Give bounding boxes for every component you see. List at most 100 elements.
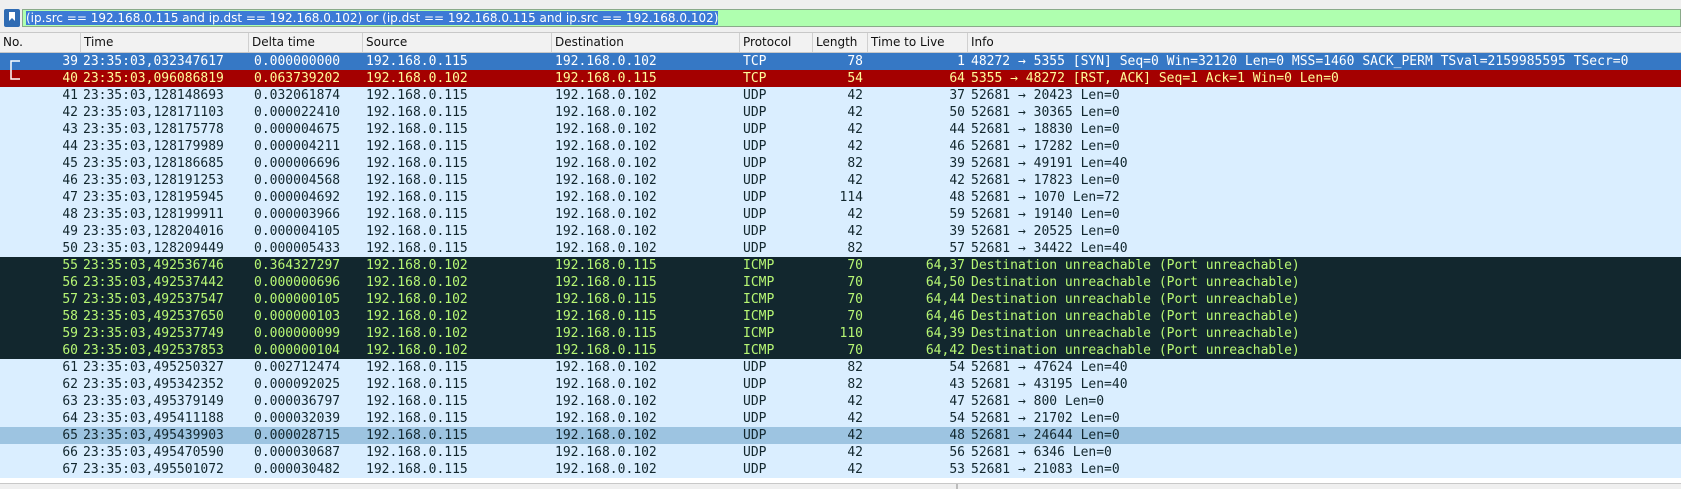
packet-row[interactable]: 45 23:35:03,128186685 0.000006696 192.168.0… <box>0 155 1681 172</box>
packet-row[interactable]: 55 23:35:03,492536746 0.364327297 192.168.0… <box>0 257 1681 274</box>
cell-time: 23:35:03,128195945 <box>83 190 224 205</box>
cell-destination: 192.168.0.102 <box>555 122 657 137</box>
cell-protocol: UDP <box>743 156 767 171</box>
cell-info: Destination unreachable (Port unreachabl… <box>971 258 1300 273</box>
packet-row[interactable]: 67 23:35:03,495501072 0.000030482 192.168.0… <box>0 461 1681 478</box>
packet-row[interactable]: 61 23:35:03,495250327 0.002712474 192.168.0… <box>0 359 1681 376</box>
cell-length: 70 <box>847 275 863 290</box>
packet-row[interactable]: 57 23:35:03,492537547 0.000000105 192.168.0… <box>0 291 1681 308</box>
packet-row[interactable]: 40 23:35:03,096086819 0.063739202 192.168.0… <box>0 70 1681 87</box>
packet-row[interactable]: 62 23:35:03,495342352 0.000092025 192.168.0… <box>0 376 1681 393</box>
cell-ttl: 64,50 <box>925 275 965 290</box>
cell-destination: 192.168.0.102 <box>555 190 657 205</box>
cell-time: 23:35:03,492536746 <box>83 258 224 273</box>
packet-row[interactable]: 47 23:35:03,128195945 0.000004692 192.168.0… <box>0 189 1681 206</box>
cell-time: 23:35:03,128171103 <box>83 105 224 120</box>
packet-row[interactable]: 44 23:35:03,128179989 0.000004211 192.168.0… <box>0 138 1681 155</box>
cell-protocol: UDP <box>743 122 767 137</box>
cell-ttl: 64,39 <box>925 326 965 341</box>
packet-row[interactable]: 65 23:35:03,495439903 0.000028715 192.168.0… <box>0 427 1681 444</box>
cell-no: 47 <box>62 190 78 205</box>
packet-row[interactable]: 60 23:35:03,492537853 0.000000104 192.168.0… <box>0 342 1681 359</box>
packet-row[interactable]: 49 23:35:03,128204016 0.000004105 192.168.0… <box>0 223 1681 240</box>
column-header-destination[interactable]: Destination <box>552 33 740 52</box>
column-header-length[interactable]: Length <box>813 33 868 52</box>
cell-length: 42 <box>847 411 863 426</box>
cell-time: 23:35:03,492537650 <box>83 309 224 324</box>
cell-time: 23:35:03,492537442 <box>83 275 224 290</box>
cell-protocol: UDP <box>743 360 767 375</box>
cell-source: 192.168.0.115 <box>366 139 468 154</box>
display-filter-input[interactable]: (ip.src == 192.168.0.115 and ip.dst == 1… <box>22 9 1681 27</box>
cell-info: Destination unreachable (Port unreachabl… <box>971 343 1300 358</box>
cell-source: 192.168.0.115 <box>366 122 468 137</box>
cell-delta-time: 0.000030482 <box>254 462 341 477</box>
cell-protocol: ICMP <box>743 309 775 324</box>
cell-source: 192.168.0.115 <box>366 445 468 460</box>
cell-no: 65 <box>62 428 78 443</box>
packet-row[interactable]: 66 23:35:03,495470590 0.000030687 192.168.0… <box>0 444 1681 461</box>
cell-delta-time: 0.000004211 <box>254 139 341 154</box>
column-header-info[interactable]: Info <box>968 33 1681 52</box>
packet-row[interactable]: 59 23:35:03,492537749 0.000000099 192.168.0… <box>0 325 1681 342</box>
cell-ttl: 57 <box>949 241 965 256</box>
cell-destination: 192.168.0.102 <box>555 54 657 69</box>
column-header-ttl[interactable]: Time to Live <box>868 33 968 52</box>
cell-length: 70 <box>847 343 863 358</box>
cell-ttl: 50 <box>949 105 965 120</box>
cell-protocol: ICMP <box>743 258 775 273</box>
cell-source: 192.168.0.115 <box>366 190 468 205</box>
column-header-delta-time[interactable]: Delta time <box>249 33 363 52</box>
cell-time: 23:35:03,495470590 <box>83 445 224 460</box>
column-header-protocol[interactable]: Protocol <box>740 33 813 52</box>
packet-row[interactable]: 41 23:35:03,128148693 0.032061874 192.168.0… <box>0 87 1681 104</box>
cell-no: 45 <box>62 156 78 171</box>
cell-no: 44 <box>62 139 78 154</box>
cell-destination: 192.168.0.115 <box>555 258 657 273</box>
cell-length: 42 <box>847 122 863 137</box>
cell-protocol: UDP <box>743 207 767 222</box>
cell-protocol: UDP <box>743 173 767 188</box>
cell-protocol: TCP <box>743 54 767 69</box>
cell-info: 52681 → 21083 Len=0 <box>971 462 1120 477</box>
cell-source: 192.168.0.102 <box>366 71 468 86</box>
packet-row[interactable]: 56 23:35:03,492537442 0.000000696 192.168.0… <box>0 274 1681 291</box>
packet-row[interactable]: 58 23:35:03,492537650 0.000000103 192.168.0… <box>0 308 1681 325</box>
filter-bookmark-icon[interactable] <box>4 9 20 27</box>
packet-row[interactable]: 64 23:35:03,495411188 0.000032039 192.168.0… <box>0 410 1681 427</box>
packet-row[interactable]: 42 23:35:03,128171103 0.000022410 192.168.0… <box>0 104 1681 121</box>
cell-protocol: UDP <box>743 377 767 392</box>
cell-delta-time: 0.000000105 <box>254 292 341 307</box>
packet-row[interactable]: 46 23:35:03,128191253 0.000004568 192.168.0… <box>0 172 1681 189</box>
column-header-no[interactable]: No. <box>0 33 81 52</box>
packet-row[interactable]: 39 23:35:03,032347617 0.000000000 192.168.0… <box>0 53 1681 70</box>
column-header-time[interactable]: Time <box>81 33 249 52</box>
cell-destination: 192.168.0.102 <box>555 224 657 239</box>
cell-destination: 192.168.0.115 <box>555 326 657 341</box>
cell-no: 66 <box>62 445 78 460</box>
cell-ttl: 48 <box>949 428 965 443</box>
conversation-start-icon <box>10 60 20 70</box>
cell-no: 55 <box>62 258 78 273</box>
cell-delta-time: 0.000004675 <box>254 122 341 137</box>
cell-length: 42 <box>847 224 863 239</box>
cell-ttl: 44 <box>949 122 965 137</box>
cell-destination: 192.168.0.102 <box>555 394 657 409</box>
cell-source: 192.168.0.102 <box>366 258 468 273</box>
packet-row[interactable]: 63 23:35:03,495379149 0.000036797 192.168.0… <box>0 393 1681 410</box>
cell-info: 52681 → 17823 Len=0 <box>971 173 1120 188</box>
column-header-source[interactable]: Source <box>363 33 552 52</box>
cell-time: 23:35:03,128191253 <box>83 173 224 188</box>
cell-ttl: 39 <box>949 156 965 171</box>
cell-source: 192.168.0.115 <box>366 54 468 69</box>
cell-delta-time: 0.000004105 <box>254 224 341 239</box>
packet-row[interactable]: 43 23:35:03,128175778 0.000004675 192.168.0… <box>0 121 1681 138</box>
cell-time: 23:35:03,032347617 <box>83 54 224 69</box>
cell-protocol: UDP <box>743 224 767 239</box>
cell-delta-time: 0.063739202 <box>254 71 341 86</box>
cell-ttl: 1 <box>957 54 965 69</box>
cell-delta-time: 0.000092025 <box>254 377 341 392</box>
packet-row[interactable]: 50 23:35:03,128209449 0.000005433 192.168.0… <box>0 240 1681 257</box>
status-divider <box>956 484 958 489</box>
packet-row[interactable]: 48 23:35:03,128199911 0.000003966 192.168.0… <box>0 206 1681 223</box>
